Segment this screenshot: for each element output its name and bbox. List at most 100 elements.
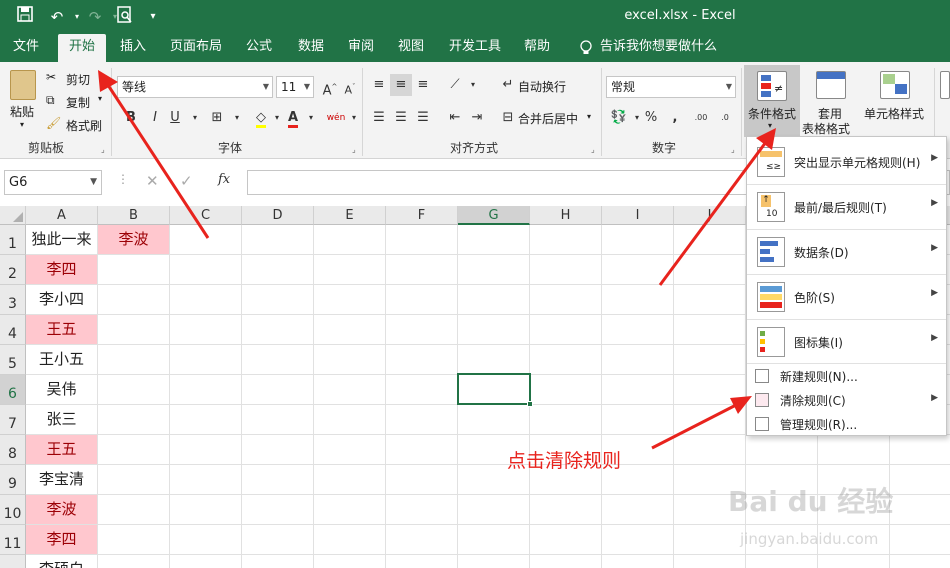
cell[interactable] bbox=[602, 495, 674, 525]
cell[interactable] bbox=[170, 375, 242, 405]
cell[interactable] bbox=[98, 525, 170, 555]
cell[interactable] bbox=[746, 435, 818, 465]
insert-function-icon[interactable]: fx bbox=[218, 172, 230, 187]
cell[interactable] bbox=[530, 345, 602, 375]
cell[interactable] bbox=[242, 405, 314, 435]
cell[interactable] bbox=[386, 405, 458, 435]
cell[interactable] bbox=[458, 525, 530, 555]
cell[interactable] bbox=[674, 375, 746, 405]
column-header[interactable]: C bbox=[170, 206, 242, 225]
orientation-dropdown-icon[interactable]: ▾ bbox=[462, 74, 484, 96]
customize-quick-access-icon[interactable]: ▾ bbox=[142, 6, 164, 28]
cell[interactable] bbox=[602, 255, 674, 285]
font-launcher-icon[interactable]: ⌟ bbox=[352, 145, 356, 154]
scissors-icon[interactable]: ✂ bbox=[46, 70, 56, 84]
number-format-select[interactable]: 常规 ▼ bbox=[606, 76, 736, 98]
cell[interactable] bbox=[602, 315, 674, 345]
borders-dropdown-icon[interactable]: ▾ bbox=[226, 107, 248, 129]
enter-icon[interactable]: ✓ bbox=[180, 172, 193, 190]
align-left-icon[interactable]: ☰ bbox=[368, 107, 390, 129]
wrap-text-icon[interactable]: ↵ bbox=[497, 74, 519, 96]
cell[interactable] bbox=[242, 345, 314, 375]
tab-data[interactable]: 数据 bbox=[290, 34, 332, 62]
name-box-dropdown-icon[interactable]: ▼ bbox=[90, 171, 97, 194]
menu-item-new-rule[interactable]: 新建规则(N)... bbox=[747, 364, 946, 388]
copy-dropdown-icon[interactable]: ▾ bbox=[98, 94, 102, 103]
cell[interactable] bbox=[98, 375, 170, 405]
number-launcher-icon[interactable]: ⌟ bbox=[731, 145, 735, 154]
column-header[interactable]: G bbox=[458, 206, 530, 225]
format-painter-icon[interactable]: 🖌 bbox=[46, 116, 61, 130]
cell[interactable] bbox=[98, 495, 170, 525]
cell[interactable]: 李硕白 bbox=[26, 555, 98, 568]
format-as-table-icon[interactable] bbox=[816, 71, 846, 99]
cell[interactable] bbox=[386, 435, 458, 465]
cell[interactable] bbox=[602, 555, 674, 568]
cell[interactable] bbox=[890, 555, 950, 568]
cell[interactable] bbox=[674, 315, 746, 345]
cell[interactable] bbox=[170, 405, 242, 435]
cell[interactable] bbox=[170, 435, 242, 465]
cell[interactable] bbox=[530, 315, 602, 345]
tab-developer[interactable]: 开发工具 bbox=[444, 34, 506, 62]
row-header[interactable]: 6 bbox=[0, 375, 26, 405]
cell[interactable] bbox=[890, 525, 950, 555]
row-header[interactable]: 2 bbox=[0, 255, 26, 285]
wrap-text-button[interactable]: 自动换行 bbox=[518, 78, 566, 95]
cell[interactable] bbox=[530, 285, 602, 315]
cell[interactable] bbox=[530, 495, 602, 525]
cell[interactable] bbox=[674, 435, 746, 465]
align-center-icon[interactable]: ☰ bbox=[390, 107, 412, 129]
row-header[interactable]: 7 bbox=[0, 405, 26, 435]
paste-dropdown-icon[interactable]: ▾ bbox=[20, 120, 24, 129]
row-header[interactable]: 10 bbox=[0, 495, 26, 525]
cell[interactable] bbox=[170, 495, 242, 525]
paste-icon[interactable] bbox=[10, 70, 36, 100]
cell[interactable] bbox=[602, 225, 674, 255]
cell[interactable] bbox=[386, 345, 458, 375]
cell[interactable] bbox=[314, 375, 386, 405]
cell[interactable] bbox=[818, 435, 890, 465]
cell[interactable] bbox=[458, 405, 530, 435]
tab-view[interactable]: 视图 bbox=[390, 34, 432, 62]
cell[interactable] bbox=[602, 525, 674, 555]
cell[interactable] bbox=[242, 375, 314, 405]
format-as-table-label-2[interactable]: 表格格式 bbox=[802, 120, 850, 137]
cell[interactable] bbox=[458, 345, 530, 375]
cell[interactable] bbox=[242, 315, 314, 345]
increase-font-icon[interactable]: A^ bbox=[319, 76, 341, 98]
row-header[interactable]: 4 bbox=[0, 315, 26, 345]
align-top-icon[interactable]: ≡ bbox=[368, 74, 390, 96]
cell[interactable] bbox=[674, 555, 746, 568]
cell[interactable] bbox=[170, 285, 242, 315]
tab-file[interactable]: 文件 bbox=[4, 34, 48, 62]
cell[interactable]: 李宝清 bbox=[26, 465, 98, 495]
menu-item-data-bars[interactable]: 数据条(D) ▶ bbox=[747, 230, 946, 274]
column-header[interactable]: H bbox=[530, 206, 602, 225]
column-header[interactable]: F bbox=[386, 206, 458, 225]
cell[interactable] bbox=[314, 525, 386, 555]
save-icon[interactable] bbox=[14, 6, 36, 28]
column-header[interactable]: D bbox=[242, 206, 314, 225]
cell[interactable] bbox=[458, 315, 530, 345]
row-header[interactable]: 3 bbox=[0, 285, 26, 315]
cell[interactable] bbox=[458, 285, 530, 315]
cell[interactable] bbox=[98, 435, 170, 465]
bold-button[interactable]: B bbox=[120, 107, 142, 129]
cell[interactable] bbox=[458, 555, 530, 568]
cell[interactable] bbox=[386, 495, 458, 525]
increase-indent-icon[interactable]: ⇥ bbox=[466, 107, 488, 129]
column-header[interactable]: A bbox=[26, 206, 98, 225]
tab-review[interactable]: 审阅 bbox=[340, 34, 382, 62]
cell[interactable] bbox=[98, 465, 170, 495]
format-painter-button[interactable]: 格式刷 bbox=[66, 117, 102, 134]
cell[interactable] bbox=[98, 405, 170, 435]
cell[interactable] bbox=[530, 525, 602, 555]
fill-handle[interactable] bbox=[527, 401, 533, 407]
cell[interactable] bbox=[674, 255, 746, 285]
merge-dropdown-icon[interactable]: ▾ bbox=[587, 112, 591, 121]
borders-icon[interactable]: ⊞ bbox=[206, 107, 228, 129]
cell[interactable] bbox=[314, 405, 386, 435]
name-box[interactable]: G6 ▼ bbox=[4, 170, 102, 195]
cell[interactable] bbox=[242, 465, 314, 495]
